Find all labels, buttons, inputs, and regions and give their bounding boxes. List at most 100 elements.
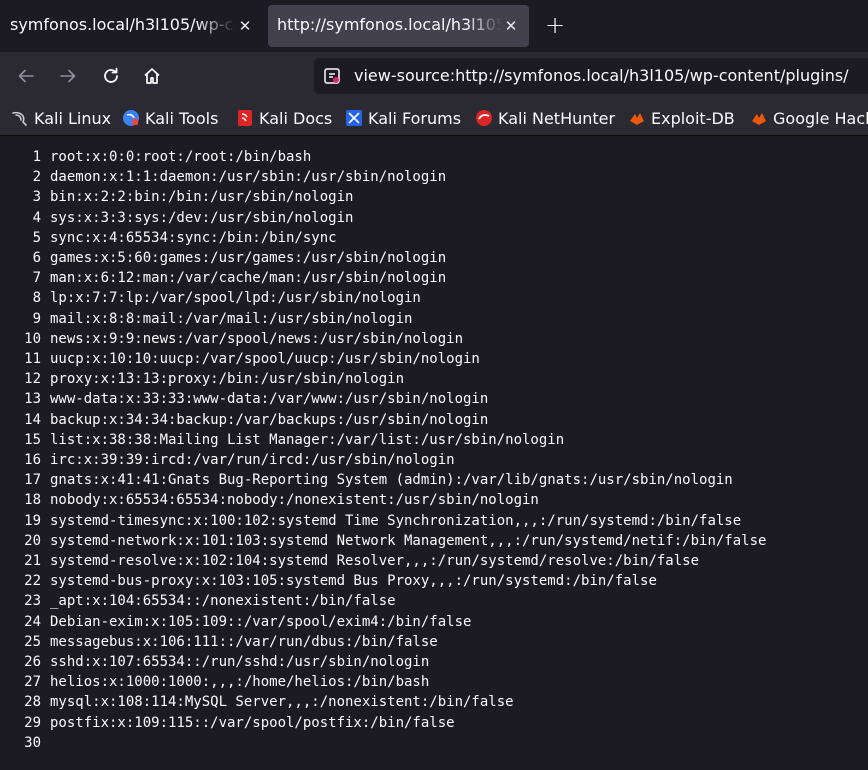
source-line: 6 games:x:5:60:games:/usr/games:/usr/sbin…: [0, 248, 868, 268]
line-number: 10: [24, 330, 41, 347]
url-text[interactable]: view-source:http://symfonos.local/h3l105…: [354, 66, 849, 85]
bookmark-label: Exploit-DB: [651, 108, 735, 128]
line-text: systemd-bus-proxy:x:103:105:systemd Bus …: [50, 573, 657, 590]
bookmark-exploit-db[interactable]: Exploit-DB: [628, 107, 735, 129]
line-text: bin:x:2:2:bin:/bin:/usr/sbin/nologin: [50, 189, 354, 206]
line-number: 14: [24, 411, 41, 428]
line-number: 23: [24, 593, 41, 610]
source-line: 3 bin:x:2:2:bin:/bin:/usr/sbin/nologin: [0, 187, 868, 207]
source-line: 23 _apt:x:104:65534::/nonexistent:/bin/fa…: [0, 591, 868, 611]
source-line: 24 Debian-exim:x:105:109::/var/spool/exim…: [0, 612, 868, 632]
reload-button[interactable]: [99, 64, 123, 88]
line-number: 21: [24, 553, 41, 569]
line-number: 17: [24, 472, 41, 489]
line-number: 3: [32, 189, 41, 206]
line-text: list:x:38:38:Mailing List Manager:/var/l…: [50, 431, 565, 448]
line-text: mysql:x:108:114:MySQL Server,,,:/nonexis…: [50, 694, 514, 711]
page-source-view: 1 root:x:0:0:root:/root:/bin/bash 2 daemon:…: [0, 137, 868, 770]
source-line: 27 helios:x:1000:1000:,,,:/home/helios:/b…: [0, 672, 868, 692]
source-line: 22 systemd-bus-proxy:x:103:105:systemd Bu…: [0, 571, 868, 591]
line-number: 15: [24, 431, 41, 448]
url-bar[interactable]: view-source:http://symfonos.local/h3l105…: [314, 58, 868, 94]
line-text: www-data:x:33:33:www-data:/var/www:/usr/…: [50, 391, 489, 408]
line-number: 1: [32, 149, 41, 165]
exploit-db-icon: [628, 109, 646, 127]
bookmark-kali-nethunter[interactable]: Kali NetHunter: [475, 107, 615, 129]
bookmark-google-hacking[interactable]: Google Hacking: [750, 107, 868, 129]
kali-forums-icon: [345, 109, 363, 127]
new-tab-button[interactable]: +: [543, 13, 567, 38]
tab-1[interactable]: symfonos.local/h3l105/wp-content/plugins…: [0, 5, 262, 47]
bookmark-kali-forums[interactable]: Kali Forums: [345, 107, 461, 129]
source-line: 4 sys:x:3:3:sys:/dev:/usr/sbin/nologin: [0, 208, 868, 228]
line-text: sync:x:4:65534:sync:/bin:/bin/sync: [50, 229, 337, 246]
line-text: systemd-resolve:x:102:104:systemd Resolv…: [50, 553, 700, 569]
tab-2-active[interactable]: http://symfonos.local/h3l105/wp-content/…: [268, 5, 529, 47]
bookmark-label: Google Hacking: [773, 108, 868, 128]
line-number: 18: [24, 492, 41, 509]
source-line: 21 systemd-resolve:x:102:104:systemd Reso…: [0, 551, 868, 571]
line-text: games:x:5:60:games:/usr/games:/usr/sbin/…: [50, 250, 447, 266]
source-line: 10 news:x:9:9:news:/var/spool/news:/usr/s…: [0, 329, 868, 349]
line-text: postfix:x:109:115::/var/spool/postfix:/b…: [50, 714, 455, 731]
line-text: nobody:x:65534:65534:nobody:/nonexistent…: [50, 492, 539, 509]
line-text: systemd-network:x:101:103:systemd Networ…: [50, 532, 767, 549]
line-number: 16: [24, 452, 41, 468]
line-text: Debian-exim:x:105:109::/var/spool/exim4:…: [50, 613, 472, 630]
line-number: 30: [24, 734, 41, 751]
line-number: 25: [24, 633, 41, 650]
line-number: 19: [24, 512, 41, 529]
line-number: 6: [32, 250, 41, 266]
line-text: news:x:9:9:news:/var/spool/news:/usr/sbi…: [50, 330, 464, 347]
source-line: 13 www-data:x:33:33:www-data:/var/www:/us…: [0, 389, 868, 409]
line-number: 7: [32, 270, 41, 287]
bookmark-label: Kali Tools: [145, 108, 219, 128]
source-line: 17 gnats:x:41:41:Gnats Bug-Reporting Syst…: [0, 470, 868, 490]
close-tab-icon[interactable]: ✕: [236, 17, 254, 35]
source-line: 26 sshd:x:107:65534::/run/sshd:/usr/sbin/…: [0, 652, 868, 672]
kali-nethunter-icon: [475, 109, 493, 127]
line-text: _apt:x:104:65534::/nonexistent:/bin/fals…: [50, 593, 396, 610]
bookmark-kali-linux[interactable]: Kali Linux: [11, 107, 111, 129]
kali-tools-icon: [122, 109, 140, 127]
source-line: 7 man:x:6:12:man:/var/cache/man:/usr/sbin…: [0, 268, 868, 288]
source-line: 16 irc:x:39:39:ircd:/var/run/ircd:/usr/sb…: [0, 450, 868, 470]
line-number: 9: [32, 310, 41, 327]
source-line: 9 mail:x:8:8:mail:/var/mail:/usr/sbin/nol…: [0, 309, 868, 329]
bookmark-label: Kali Docs: [259, 108, 333, 128]
source-line: 25 messagebus:x:106:111::/var/run/dbus:/b…: [0, 632, 868, 652]
home-button[interactable]: [140, 64, 164, 88]
reload-icon: [104, 67, 118, 83]
line-number: 22: [24, 573, 41, 590]
bookmark-kali-docs[interactable]: Kali Docs: [236, 107, 332, 129]
tab-strip: symfonos.local/h3l105/wp-content/plugins…: [0, 0, 868, 52]
line-number: 28: [24, 694, 41, 711]
line-text: irc:x:39:39:ircd:/var/run/ircd:/usr/sbin…: [50, 452, 455, 468]
line-text: gnats:x:41:41:Gnats Bug-Reporting System…: [50, 472, 733, 489]
line-number: 20: [24, 532, 41, 549]
line-text: messagebus:x:106:111::/var/run/dbus:/bin…: [50, 633, 438, 650]
arrow-left-icon: [18, 69, 34, 83]
line-text: mail:x:8:8:mail:/var/mail:/usr/sbin/nolo…: [50, 310, 413, 327]
line-number: 8: [32, 290, 41, 307]
line-number: 24: [24, 613, 41, 630]
tab-title: http://symfonos.local/h3l105/wp-content/…: [277, 15, 502, 34]
source-line: 18 nobody:x:65534:65534:nobody:/nonexiste…: [0, 490, 868, 510]
line-text: proxy:x:13:13:proxy:/bin:/usr/sbin/nolog…: [50, 371, 405, 388]
line-number: 4: [32, 209, 41, 226]
home-icon: [144, 68, 160, 84]
source-line: 28 mysql:x:108:114:MySQL Server,,,:/nonex…: [0, 692, 868, 712]
close-tab-icon[interactable]: ✕: [502, 17, 520, 35]
line-number: 11: [24, 351, 41, 367]
back-button[interactable]: [14, 64, 38, 88]
bookmark-label: Kali Forums: [368, 108, 462, 128]
bookmarks-toolbar: Kali Linux Kali Tools Kali Docs Kali For…: [0, 100, 868, 136]
forward-button[interactable]: [56, 64, 80, 88]
line-text: helios:x:1000:1000:,,,:/home/helios:/bin…: [50, 674, 430, 691]
source-line: 1 root:x:0:0:root:/root:/bin/bash: [0, 147, 868, 167]
line-number: 29: [24, 714, 41, 731]
line-number: 27: [24, 674, 41, 691]
line-number: 26: [24, 654, 41, 670]
bookmark-kali-tools[interactable]: Kali Tools: [122, 107, 218, 129]
source-line: 12 proxy:x:13:13:proxy:/bin:/usr/sbin/nol…: [0, 369, 868, 389]
